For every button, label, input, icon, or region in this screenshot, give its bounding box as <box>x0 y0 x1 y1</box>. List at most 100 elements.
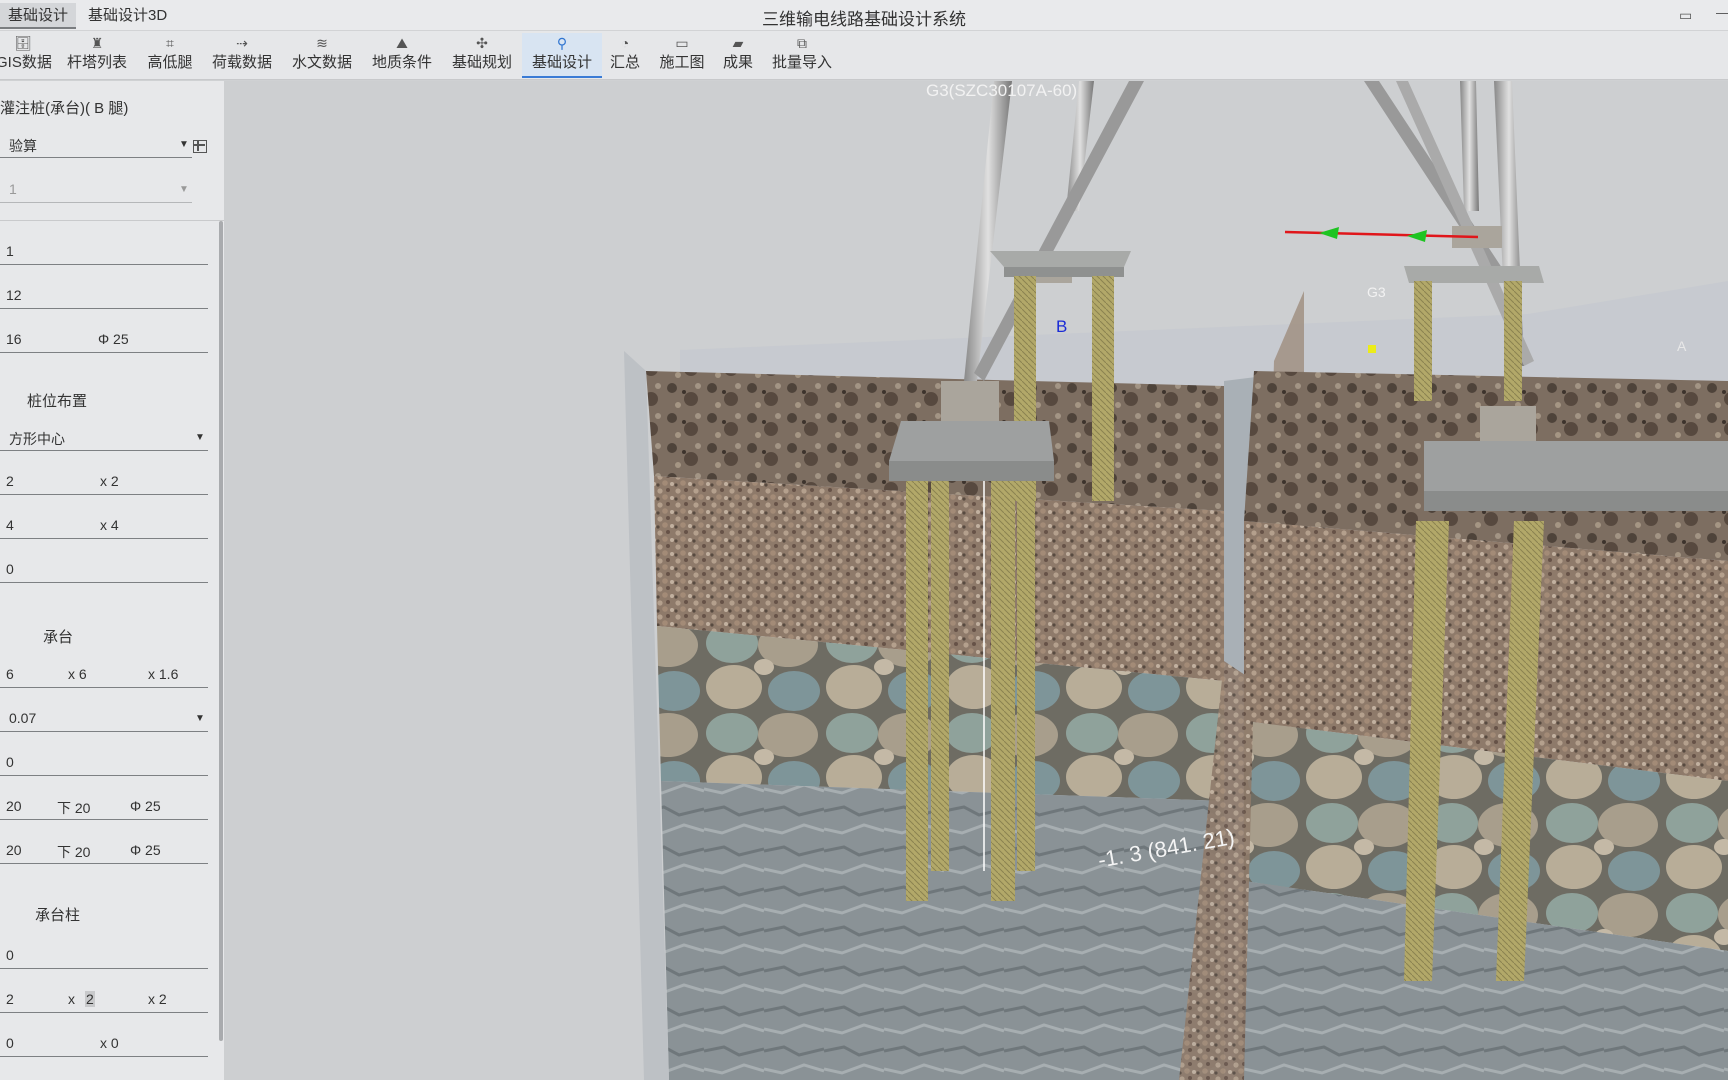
column-offset-field[interactable]: 0 x 0 <box>0 1029 208 1057</box>
3d-viewport[interactable]: G3(SZC30107A-60) G3 B A -1. 3 (841. 21) <box>224 81 1728 1080</box>
cap-ratio-select[interactable]: 0.07 ▼ <box>0 704 208 732</box>
column-size-x-label: x <box>68 991 75 1007</box>
toolbar-construction-drawing-label: 施工图 <box>659 54 705 71</box>
cap-ratio-value: 0.07 <box>9 710 37 726</box>
restore-window-icon[interactable]: ▭ <box>1679 7 1692 24</box>
tower-marker <box>1368 345 1376 353</box>
column-offset-y: x 0 <box>100 1035 119 1051</box>
grid-table-icon[interactable] <box>193 140 207 153</box>
layout-select-value: 方形中心 <box>9 431 65 447</box>
cap-size-field[interactable]: 6 x 6 x 1.6 <box>0 660 208 688</box>
toolbar-results[interactable]: ▰ 成果 <box>720 33 756 78</box>
planning-icon: ✣ <box>476 35 488 51</box>
toolbar-results-label: 成果 <box>722 54 753 71</box>
cap-rebar-top-2: 20 <box>6 842 22 858</box>
offset-field[interactable]: 0 <box>0 555 208 583</box>
offset-value: 0 <box>6 561 14 577</box>
panel-scrollbar[interactable] <box>219 221 223 1041</box>
cap-field-zero[interactable]: 0 <box>0 748 208 776</box>
toolbar-batch-import[interactable]: ⧉ 批量导入 <box>768 33 836 78</box>
disabled-select: 1 ▼ <box>0 175 192 203</box>
column-size-c: x 2 <box>148 991 167 1007</box>
hydrology-icon: ≋ <box>316 35 328 51</box>
pile-count-x: 2 <box>6 473 14 489</box>
cap-height: x 1.6 <box>148 666 179 682</box>
layout-select[interactable]: 方形中心 ▼ <box>0 423 208 451</box>
toolbar-high-low-legs-label: 高低腿 <box>147 54 193 71</box>
pile-spacing-x: 4 <box>6 517 14 533</box>
toolbar-tower-list[interactable]: ♜ 杆塔列表 <box>64 33 130 78</box>
toolbar-summary[interactable]: ◔ 汇总 <box>607 33 643 78</box>
mode-select-value: 验算 <box>9 138 37 154</box>
pile-spacing-field[interactable]: 4 x 4 <box>0 511 208 539</box>
marker-label: G3 <box>1367 284 1386 300</box>
property-panel: 灌注桩(承台)( B 腿) 验算 ▼ 1 ▼ 1 12 16 Φ 25 桩位布置… <box>0 81 224 1080</box>
tab-foundation-design-3d[interactable]: 基础设计3D <box>80 3 175 29</box>
toolbar-tower-list-label: 杆塔列表 <box>66 54 127 71</box>
toolbar-summary-label: 汇总 <box>609 54 640 71</box>
toolbar-foundation-design-label: 基础设计 <box>531 54 592 71</box>
toolbar-geology[interactable]: ⛰ 地质条件 <box>368 33 436 78</box>
soil-block-right <box>1179 291 1728 1080</box>
rebar-field[interactable]: 16 Φ 25 <box>0 325 208 353</box>
toolbar-batch-import-label: 批量导入 <box>771 54 832 71</box>
geology-icon: ⛰ <box>396 35 408 51</box>
pile-field-2-value: 12 <box>6 287 22 303</box>
cap-heading: 承台 <box>43 629 74 646</box>
column-size-field[interactable]: 2 x 2 x 2 <box>0 985 208 1013</box>
toolbar-hydrology-data[interactable]: ≋ 水文数据 <box>288 33 356 78</box>
legs-icon: ⌗ <box>166 35 174 51</box>
cap-rebar-field-1[interactable]: 20 下 20 Φ 25 <box>0 792 208 820</box>
cap-rebar-diameter-1: Φ 25 <box>130 798 161 814</box>
summary-pie-icon: ◔ <box>620 35 630 51</box>
leg-b-label: B <box>1056 317 1068 336</box>
direction-arrow <box>1284 227 1479 242</box>
rebar-diameter: Φ 25 <box>98 331 129 347</box>
toolbar-foundation-planning[interactable]: ✣ 基础规划 <box>448 33 516 78</box>
minimize-window-icon[interactable]: — <box>1716 4 1728 20</box>
main-toolbar: 🗄 GIS数据 ♜ 杆塔列表 ⌗ 高低腿 ⇢ 荷载数据 ≋ 水文数据 ⛰ 地质条… <box>0 31 1728 80</box>
mode-select[interactable]: 验算 ▼ <box>0 130 192 158</box>
toolbar-hydrology-data-label: 水文数据 <box>291 54 352 71</box>
chevron-down-icon: ▼ <box>179 184 189 195</box>
toolbar-gis-data[interactable]: 🗄 GIS数据 <box>0 33 52 78</box>
leg-a-label: A <box>1677 338 1687 354</box>
toolbar-load-data[interactable]: ⇢ 荷载数据 <box>208 33 276 78</box>
panel-title: 灌注桩(承台)( B 腿) <box>0 100 129 117</box>
tab-foundation-design[interactable]: 基础设计 <box>0 3 77 29</box>
cap-rebar-top-1: 20 <box>6 798 22 814</box>
cap-column-heading: 承台柱 <box>35 907 81 924</box>
database-icon: 🗄 <box>14 35 32 51</box>
pile-layout-heading: 桩位布置 <box>27 393 88 410</box>
import-icon: ⧉ <box>797 35 807 51</box>
pile-count-field[interactable]: 2 x 2 <box>0 467 208 495</box>
cap-rebar-diameter-2: Φ 25 <box>130 842 161 858</box>
pile-field-2[interactable]: 12 <box>0 281 208 309</box>
rebar-count: 16 <box>6 331 22 347</box>
cap-rebar-bottom-1: 下 20 <box>57 800 91 816</box>
pile-count-y: x 2 <box>100 473 119 489</box>
toolbar-foundation-planning-label: 基础规划 <box>451 54 512 71</box>
chevron-down-icon: ▼ <box>195 432 205 443</box>
column-offset-x: 0 <box>6 1035 14 1051</box>
tower-icon: ♜ <box>90 35 104 51</box>
cap-rebar-bottom-2: 下 20 <box>57 844 91 860</box>
chevron-down-icon: ▼ <box>195 713 205 724</box>
cap-rebar-field-2[interactable]: 20 下 20 Φ 25 <box>0 836 208 864</box>
cap-length: 6 <box>6 666 14 682</box>
app-title: 三维输电线路基础设计系统 <box>762 10 966 29</box>
column-size-b[interactable]: 2 <box>85 991 95 1007</box>
toolbar-gis-data-label: GIS数据 <box>0 54 52 71</box>
title-bar: 基础设计 基础设计3D 三维输电线路基础设计系统 ▭ — <box>0 0 1728 31</box>
column-field-zero[interactable]: 0 <box>0 941 208 969</box>
toolbar-foundation-design[interactable]: ⚲ 基础设计 <box>522 33 602 78</box>
cap-field-zero-value: 0 <box>6 754 14 770</box>
toolbar-construction-drawing[interactable]: ▭ 施工图 <box>656 33 708 78</box>
load-icon: ⇢ <box>236 35 248 51</box>
pile-spacing-y: x 4 <box>100 517 119 533</box>
pile-field-1[interactable]: 1 <box>0 237 208 265</box>
drawing-icon: ▭ <box>675 35 689 51</box>
chevron-down-icon: ▼ <box>179 139 189 150</box>
foundation-design-icon: ⚲ <box>556 35 568 51</box>
toolbar-high-low-legs[interactable]: ⌗ 高低腿 <box>144 33 196 78</box>
